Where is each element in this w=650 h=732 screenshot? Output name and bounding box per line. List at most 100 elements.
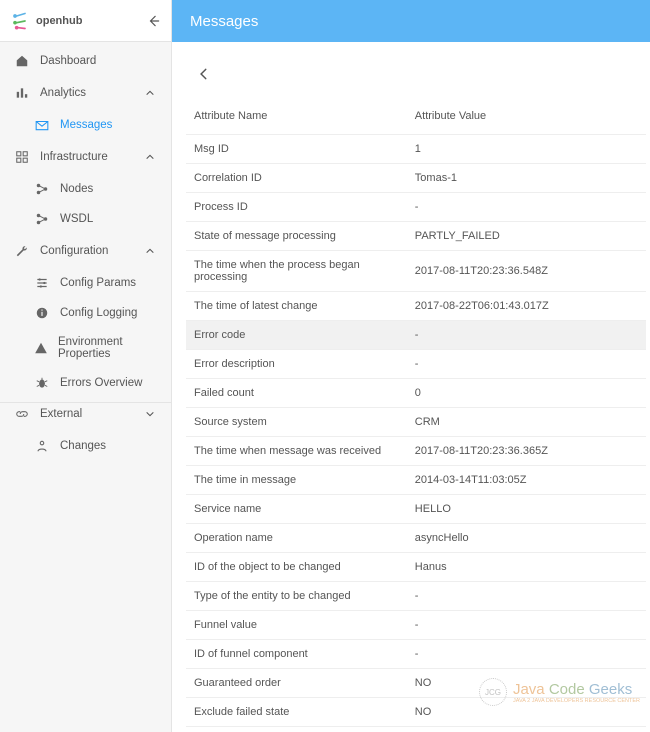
chevron-down-icon [143,409,157,419]
sidebar-section-external[interactable]: External [0,402,171,431]
sidebar-item-config-logging[interactable]: Config Logging [0,298,171,328]
page-title: Messages [190,13,258,30]
brand: openhub [0,0,171,42]
link-icon [14,407,30,421]
sidebar-item-changes[interactable]: Changes [0,431,171,461]
sliders-icon [34,276,50,290]
sidebar-item-errors-overview[interactable]: Errors Overview [0,368,171,398]
table-row: The time of latest change2017-08-22T06:0… [186,292,646,321]
info-icon [34,306,50,320]
chevron-up-icon [143,88,157,98]
attributes-table: Attribute Name Attribute Value Msg ID1Co… [186,102,646,732]
attr-value: NO [407,698,646,727]
attr-name: ID of funnel component [186,640,407,669]
sidebar-section-configuration[interactable]: Configuration [0,234,171,268]
sidebar-section-analytics[interactable]: Analytics [0,76,171,110]
attr-value: - [407,321,646,350]
table-row: Error description- [186,350,646,379]
bar-chart-icon [14,86,30,100]
table-row: Exclude failed stateNO [186,698,646,727]
sidebar-section-label: Analytics [40,87,86,99]
table-row: Funnel value- [186,611,646,640]
attr-name: The time of latest change [186,292,407,321]
attr-value: - [407,350,646,379]
attr-name: Service name [186,495,407,524]
sidebar-item-label: Dashboard [40,55,96,67]
attr-name: State of message processing [186,222,407,251]
attr-value: asyncHello [407,524,646,553]
sidebar-section-infrastructure[interactable]: Infrastructure [0,140,171,174]
attr-name: Correlation ID [186,164,407,193]
table-row: Operation nameasyncHello [186,524,646,553]
attr-value: Hanus [407,553,646,582]
home-icon [14,54,30,68]
attr-name: Error description [186,350,407,379]
column-header-name: Attribute Name [186,102,407,135]
table-row: The time when the process began processi… [186,251,646,292]
wrench-icon [14,244,30,258]
sidebar-item-dashboard[interactable]: Dashboard [0,46,171,76]
column-header-value: Attribute Value [407,102,646,135]
chevron-up-icon [143,152,157,162]
sidebar-item-env-props[interactable]: Environment Properties [0,328,171,368]
sidebar-item-label: Messages [60,119,112,131]
table-row: Msg ID1 [186,135,646,164]
table-row: Guaranteed orderNO [186,669,646,698]
sidebar-item-label: WSDL [60,213,93,225]
attr-value: NO [407,669,646,698]
attr-value: 0 [407,379,646,408]
attr-name: Type of the entity to be changed [186,582,407,611]
attr-value: 2017-08-11T20:23:36.548Z [407,251,646,292]
attr-value: PARTLY_FAILED [407,222,646,251]
attr-value [407,727,646,732]
attr-value: - [407,582,646,611]
chevron-left-icon [197,67,211,81]
attr-value: Tomas-1 [407,164,646,193]
grid-icon [14,150,30,164]
attr-name: Exclude failed state [186,698,407,727]
attr-value: 2017-08-22T06:01:43.017Z [407,292,646,321]
attr-name: The time in message [186,466,407,495]
attr-value: CRM [407,408,646,437]
table-row: Source systemCRM [186,408,646,437]
table-row: Type of the entity to be changed- [186,582,646,611]
back-button[interactable] [194,64,214,84]
arrow-left-icon [147,14,161,28]
table-row: Process ID- [186,193,646,222]
sidebar: openhub Dashboard Analytics [0,0,172,732]
attr-name: The time when message was received [186,437,407,466]
attr-name: Funnel value [186,611,407,640]
sidebar-item-config-params[interactable]: Config Params [0,268,171,298]
attr-name: Failed count [186,379,407,408]
sidebar-item-nodes[interactable]: Nodes [0,174,171,204]
sidebar-item-messages[interactable]: Messages [0,110,171,140]
attr-name: Error code [186,321,407,350]
attr-value: - [407,193,646,222]
attr-name: Msg ID [186,135,407,164]
table-row: The time in message2014-03-14T11:03:05Z [186,466,646,495]
table-row: Business error overview [186,727,646,732]
bug-icon [34,376,50,390]
table-row: State of message processingPARTLY_FAILED [186,222,646,251]
sidebar-item-label: Config Params [60,277,136,289]
content: Attribute Name Attribute Value Msg ID1Co… [172,42,650,732]
sidebar-item-wsdl[interactable]: WSDL [0,204,171,234]
sidebar-collapse-button[interactable] [145,12,163,30]
attr-name: The time when the process began processi… [186,251,407,292]
sidebar-item-label: Errors Overview [60,377,142,389]
table-row: ID of funnel component- [186,640,646,669]
attr-name: Process ID [186,193,407,222]
attr-name: ID of the object to be changed [186,553,407,582]
main: Messages Attribute Name Attribute Value … [172,0,650,732]
sidebar-item-label: Environment Properties [58,336,157,360]
attr-name: Guaranteed order [186,669,407,698]
logo-icon [10,11,30,31]
attr-value: 1 [407,135,646,164]
attr-name: Operation name [186,524,407,553]
sidebar-item-label: Config Logging [60,307,137,319]
sidebar-item-label: Nodes [60,183,93,195]
mail-icon [34,118,50,132]
nodes-icon [34,182,50,196]
attr-name: Source system [186,408,407,437]
page-header: Messages [172,0,650,42]
